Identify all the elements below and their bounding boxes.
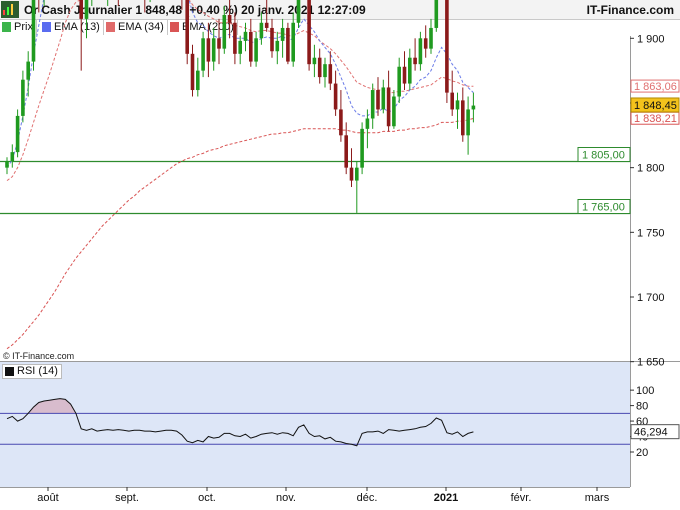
candle-body — [264, 22, 269, 28]
candle-body — [323, 64, 327, 78]
candle-body — [190, 53, 195, 91]
candle-body — [328, 64, 333, 84]
candle-body — [376, 90, 380, 110]
rsi-tick-label: 80 — [636, 401, 648, 413]
candle-body — [211, 38, 216, 62]
candle-body — [15, 115, 20, 153]
candle-body — [196, 70, 200, 91]
candle-body — [397, 66, 401, 97]
candle-body — [227, 15, 232, 23]
time-tick-label: 2021 — [434, 492, 458, 504]
chart-window: Or Cash Journalier 1 848,48 (+0,40 %) 20… — [0, 0, 680, 510]
candle-body — [243, 31, 248, 41]
candle-body — [429, 27, 433, 49]
candle-body — [386, 87, 391, 127]
time-tick-label: sept. — [115, 492, 139, 504]
candle-body — [280, 27, 285, 41]
candle-body — [370, 90, 375, 119]
candle-body — [296, 0, 301, 23]
rsi-tick-label: 20 — [636, 447, 648, 459]
candle-body — [26, 61, 30, 80]
price-tick-label: 1 750 — [637, 227, 665, 239]
candle-body — [254, 38, 258, 62]
candle-body — [461, 100, 465, 136]
candle-body — [201, 38, 205, 71]
candle-body — [408, 57, 412, 84]
time-tick-label: févr. — [511, 492, 532, 504]
candle-body — [349, 167, 354, 181]
candle-body — [217, 38, 221, 49]
candle-body — [317, 57, 322, 78]
candle-body — [381, 87, 386, 110]
candle-body — [355, 167, 359, 181]
rsi-legend[interactable]: RSI (14) — [2, 364, 62, 379]
support-label: 1 805,00 — [582, 150, 625, 162]
candle-body — [402, 66, 407, 84]
candle-body — [434, 0, 439, 28]
candle-body — [455, 100, 460, 110]
candle-body — [5, 161, 9, 168]
candle-body — [333, 83, 338, 110]
candle-body — [84, 0, 89, 19]
time-tick-label: nov. — [276, 492, 296, 504]
time-tick-label: mars — [585, 492, 610, 504]
candle-body — [291, 22, 295, 62]
time-tick-label: déc. — [357, 492, 378, 504]
candle-body — [21, 79, 25, 116]
candle-body — [270, 27, 274, 52]
time-tick-label: oct. — [198, 492, 216, 504]
candle-body — [471, 105, 476, 110]
rsi-value-label: 46,294 — [634, 427, 668, 439]
candle-body — [339, 109, 343, 136]
price-tick-label: 1 800 — [637, 163, 665, 175]
candle-body — [286, 27, 290, 62]
candle-body — [206, 38, 211, 62]
candle-body — [222, 15, 227, 49]
rsi-legend-label: RSI (14) — [17, 365, 58, 377]
support-label: 1 765,00 — [582, 202, 625, 214]
candle-body — [249, 31, 253, 62]
candle-body — [275, 40, 280, 52]
price-chart[interactable]: 1 805,001 765,001 6501 7001 7501 8001 85… — [0, 0, 680, 510]
candle-body — [233, 22, 237, 54]
candle-body — [307, 0, 311, 65]
candle-body — [312, 57, 317, 65]
rsi-swatch-icon — [5, 367, 14, 376]
rsi-tick-label: 100 — [636, 385, 654, 397]
last-price-label: 1 848,45 — [634, 100, 677, 112]
candle-body — [259, 22, 264, 39]
rsi-panel-bg — [0, 362, 630, 487]
price-tick-label: 1 900 — [637, 33, 665, 45]
ema-value-label: 1 838,21 — [634, 113, 677, 125]
price-tick-label: 1 700 — [637, 292, 665, 304]
candle-body — [466, 109, 470, 136]
candle-body — [360, 128, 364, 168]
candle-body — [185, 0, 189, 54]
price-panel-bg — [0, 36, 630, 361]
candle-body — [413, 57, 417, 65]
candle-body — [31, 0, 36, 62]
watermark: © IT-Finance.com — [3, 351, 75, 361]
time-tick-label: août — [37, 492, 58, 504]
candle-body — [450, 92, 454, 110]
candle-body — [79, 0, 83, 19]
ema-value-label: 1 863,06 — [634, 81, 677, 93]
candle-body — [418, 38, 423, 65]
candle-body — [392, 96, 396, 127]
candle-body — [423, 38, 428, 49]
candle-body — [10, 152, 15, 162]
price-tick-label: 1 650 — [637, 357, 665, 369]
candle-body — [445, 0, 449, 93]
candle-body — [344, 135, 348, 168]
candle-body — [238, 40, 242, 54]
candle-body — [365, 118, 370, 129]
